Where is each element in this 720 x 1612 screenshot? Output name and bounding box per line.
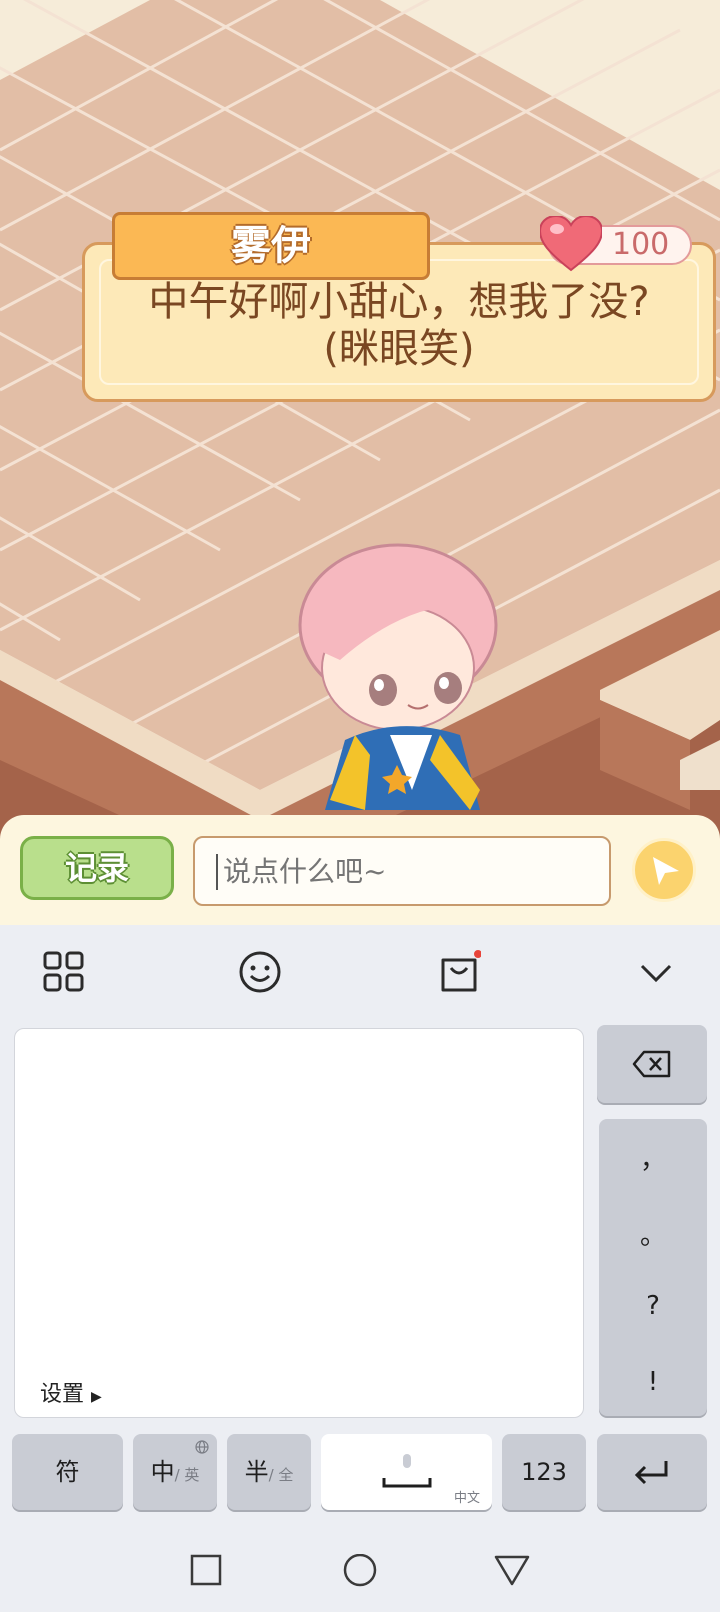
question-key[interactable]: ? bbox=[599, 1291, 707, 1321]
send-button[interactable] bbox=[632, 838, 696, 902]
handwriting-pad[interactable] bbox=[14, 1028, 584, 1418]
dialogue-line-1: 中午好啊小甜心，想我了没? bbox=[148, 279, 650, 325]
settings-arrow-icon: ▶ bbox=[91, 1389, 102, 1405]
punctuation-column: ， 。 ? ! bbox=[599, 1119, 707, 1416]
full-sub-label: / 全 bbox=[268, 1466, 294, 1484]
collapse-chevron-icon[interactable] bbox=[634, 950, 678, 994]
chinese-label: 中 bbox=[150, 1458, 175, 1486]
emoji-icon[interactable] bbox=[238, 950, 282, 994]
backspace-icon bbox=[632, 1050, 671, 1078]
back-icon[interactable] bbox=[494, 1554, 530, 1588]
english-sub-label: / 英 bbox=[174, 1466, 200, 1484]
space-mic-icon bbox=[382, 1454, 431, 1488]
symbols-key[interactable]: 符 bbox=[12, 1434, 123, 1510]
speaker-name: 雾伊 bbox=[231, 223, 311, 269]
text-caret bbox=[216, 854, 218, 890]
space-key[interactable]: 中文 bbox=[321, 1434, 492, 1510]
heart-icon bbox=[540, 216, 602, 272]
enter-icon bbox=[634, 1461, 668, 1485]
home-icon[interactable] bbox=[342, 1554, 378, 1590]
game-scene bbox=[0, 0, 720, 925]
symbols-key-label: 符 bbox=[55, 1458, 80, 1486]
dialogue-text: 中午好啊小甜心，想我了没? (眯眼笑) bbox=[85, 279, 713, 373]
record-button[interactable]: 记录 bbox=[20, 836, 174, 900]
numbers-key-label: 123 bbox=[521, 1458, 567, 1486]
recent-apps-icon[interactable] bbox=[190, 1554, 222, 1586]
shop-bag-icon[interactable] bbox=[437, 950, 481, 994]
backspace-key[interactable] bbox=[597, 1025, 707, 1103]
chinese-english-toggle-key[interactable]: 中/ 英 bbox=[133, 1434, 217, 1510]
half-label: 半 bbox=[244, 1458, 269, 1486]
space-sub-label: 中文 bbox=[453, 1491, 480, 1506]
enter-key[interactable] bbox=[597, 1434, 707, 1510]
settings-label: 设置 bbox=[40, 1382, 85, 1407]
room-floor-illustration bbox=[0, 0, 720, 925]
grid-icon[interactable] bbox=[42, 950, 86, 994]
numbers-key[interactable]: 123 bbox=[502, 1434, 586, 1510]
chat-input[interactable] bbox=[193, 836, 611, 906]
dialogue-line-2: (眯眼笑) bbox=[323, 326, 475, 372]
affection-value: 100 bbox=[612, 227, 670, 262]
settings-link[interactable]: 设置 ▶ bbox=[40, 1376, 102, 1408]
period-key[interactable]: 。 bbox=[599, 1215, 707, 1252]
send-arrow-icon bbox=[653, 857, 679, 885]
comma-key[interactable]: ， bbox=[599, 1139, 707, 1176]
exclamation-key[interactable]: ! bbox=[599, 1367, 707, 1397]
globe-icon bbox=[195, 1440, 209, 1454]
speaker-nameplate: 雾伊 bbox=[112, 212, 430, 280]
half-full-width-key[interactable]: 半/ 全 bbox=[227, 1434, 311, 1510]
